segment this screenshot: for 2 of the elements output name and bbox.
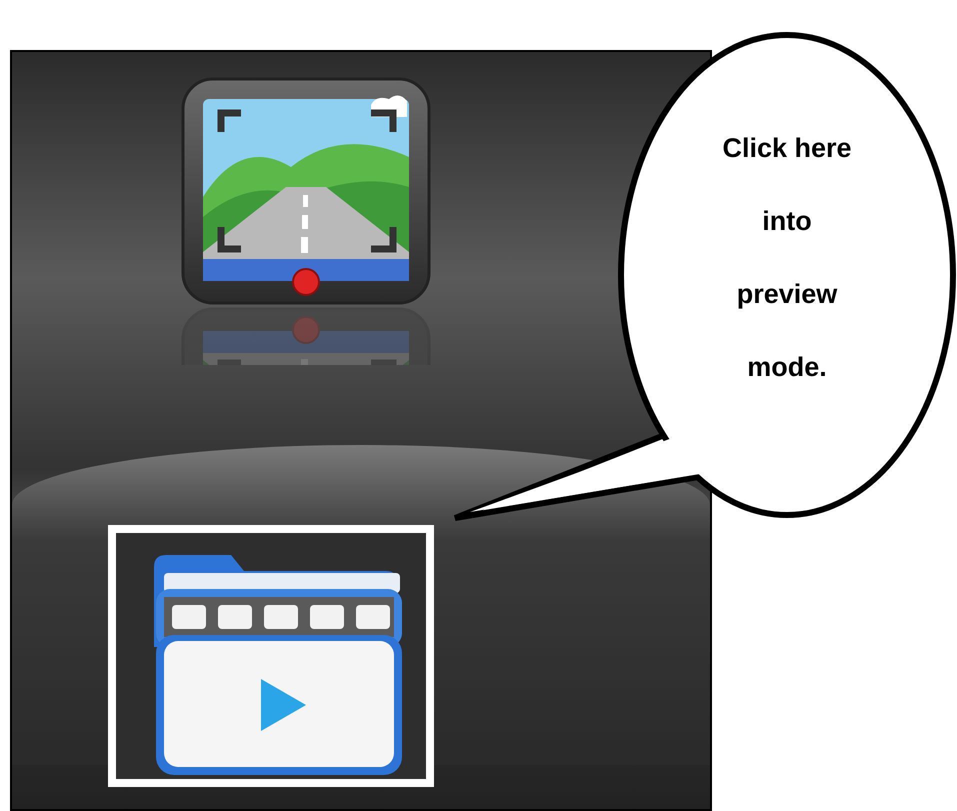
callout-text: Click here into preview mode.	[721, 132, 853, 384]
road-camera-icon[interactable]	[181, 77, 431, 305]
